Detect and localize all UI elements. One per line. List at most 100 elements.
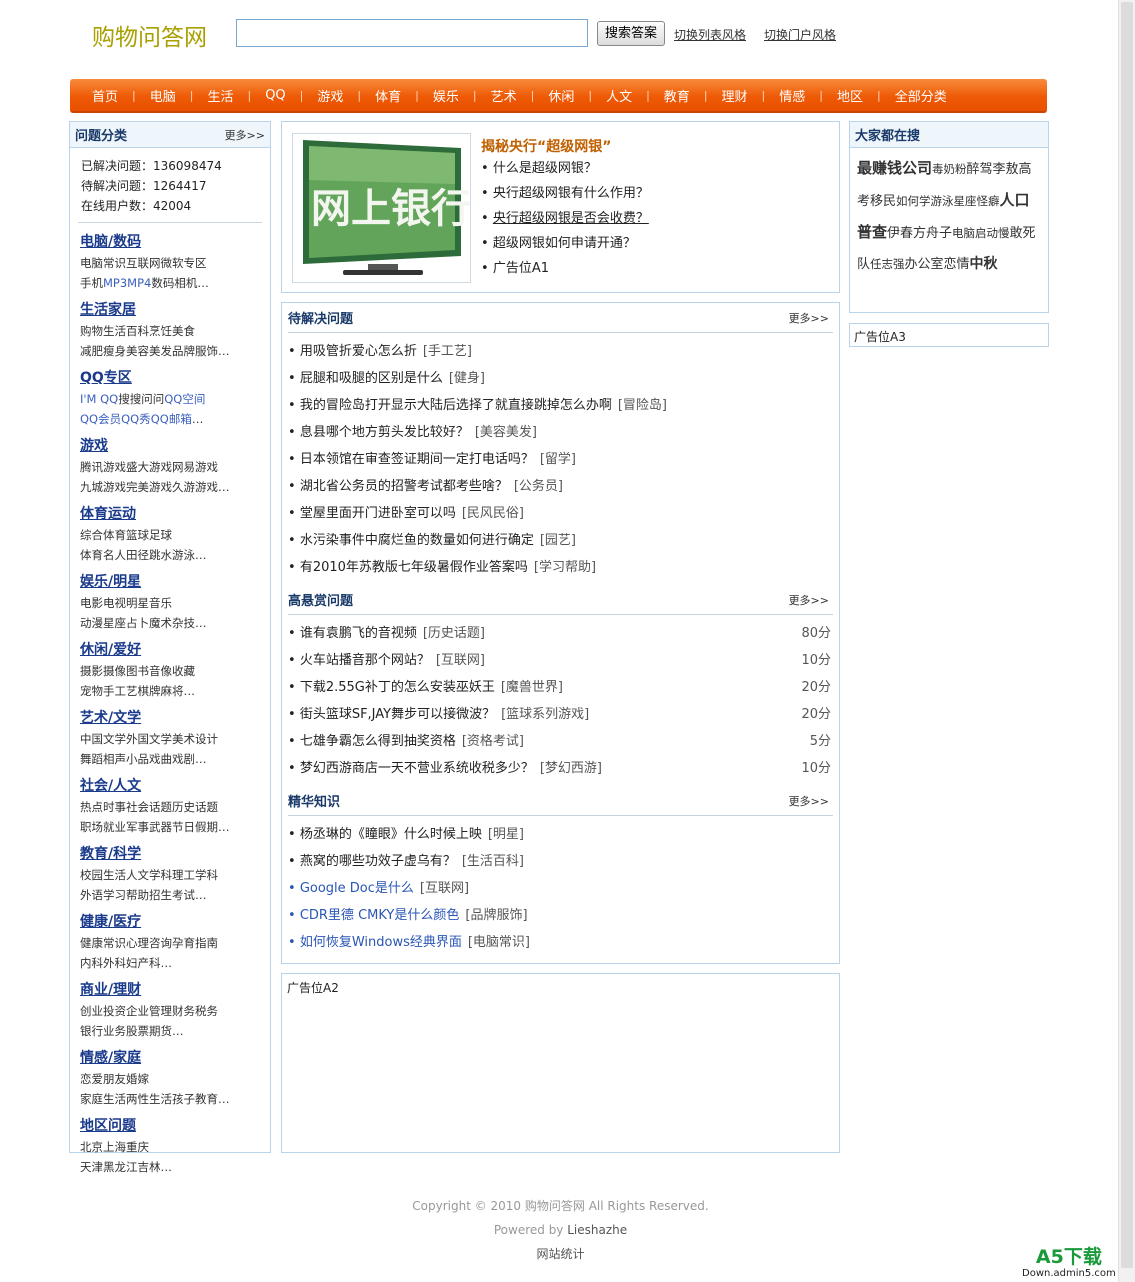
subcategory-link[interactable]: 婚嫁	[126, 1072, 149, 1086]
subcategory-link[interactable]: 社会话题	[126, 800, 172, 814]
subcategory-link[interactable]: 篮球	[126, 528, 149, 542]
question-link[interactable]: 街头篮球SF,JAY舞步可以接微波？	[288, 707, 495, 722]
subcategory-link[interactable]: 腾讯游戏	[80, 460, 126, 474]
question-link[interactable]: CDR里德 CMKY是什么颜色	[288, 908, 459, 923]
hot-search-tag[interactable]: 办公室恋情	[905, 257, 970, 272]
hot-search-tag[interactable]: 方舟子	[913, 226, 952, 241]
hot-search-tag[interactable]: 毒奶粉	[932, 162, 967, 176]
question-category-tag[interactable]: [明星]	[488, 827, 524, 842]
subcategory-link[interactable]: 收藏	[172, 664, 195, 678]
question-category-tag[interactable]: [电脑常识]	[468, 935, 530, 950]
question-row[interactable]: CDR里德 CMKY是什么颜色 [品牌服饰]	[288, 902, 831, 929]
question-category-tag[interactable]: [互联网]	[420, 881, 469, 896]
subcategory-link[interactable]: 九城游戏	[80, 480, 126, 494]
question-row[interactable]: 日本领馆在审查签证期间一定打电话吗？ [留学]	[288, 446, 831, 473]
switch-portal-style-link[interactable]: 切换门户风格	[764, 26, 836, 43]
question-link[interactable]: 湖北省公务员的招警考试都考些啥？	[288, 479, 508, 494]
subcategory-link[interactable]: 职场就业	[80, 820, 126, 834]
question-link[interactable]: 息县哪个地方剪头发比较好？	[288, 425, 469, 440]
ad-slot-a2[interactable]: 广告位A2	[281, 973, 840, 1153]
question-category-tag[interactable]: [公务员]	[514, 479, 563, 494]
subcategory-link[interactable]: 历史话题	[172, 800, 218, 814]
subcategory-link[interactable]: 银行业务	[80, 1024, 126, 1038]
question-row[interactable]: 水污染事件中腐烂鱼的数量如何进行确定 [园艺]	[288, 527, 831, 554]
feature-item[interactable]: 央行超级网银是否会收费？	[481, 206, 649, 231]
nav-item[interactable]: 电脑 |	[142, 86, 200, 105]
subcategory-link[interactable]: 减肥瘦身	[80, 344, 126, 358]
subcategory-link[interactable]: 股票	[126, 1024, 149, 1038]
question-category-tag[interactable]: [美容美发]	[475, 425, 537, 440]
subcategory-link[interactable]: 美容美发	[126, 344, 172, 358]
subcategory-link[interactable]: 足球	[149, 528, 172, 542]
subcategory-link[interactable]: 吉林	[138, 1160, 161, 1174]
category-title-link[interactable]: 健康/医疗	[80, 911, 270, 933]
subcategory-link[interactable]: 军事武器	[126, 820, 172, 834]
question-category-tag[interactable]: [健身]	[449, 371, 485, 386]
subcategory-link[interactable]: …	[195, 548, 207, 562]
question-category-tag[interactable]: [魔兽世界]	[501, 680, 563, 695]
category-title-link[interactable]: 游戏	[80, 435, 270, 457]
subcategory-link[interactable]: 心理咨询	[126, 936, 172, 950]
subcategory-link[interactable]: 舞蹈	[80, 752, 103, 766]
subcategory-link[interactable]: 人文学科	[126, 868, 172, 882]
subcategory-link[interactable]: 田径	[126, 548, 149, 562]
subcategory-link[interactable]: MP3MP4	[103, 276, 151, 290]
category-title-link[interactable]: 社会/人文	[80, 775, 270, 797]
subcategory-link[interactable]: …	[161, 956, 173, 970]
question-row[interactable]: Google Doc是什么 [互联网]	[288, 875, 831, 902]
question-category-tag[interactable]: [园艺]	[540, 533, 576, 548]
subcategory-link[interactable]: 北京	[80, 1140, 103, 1154]
question-row[interactable]: 街头篮球SF,JAY舞步可以接微波？ [篮球系列游戏] 20分	[288, 701, 831, 728]
question-row[interactable]: 如何恢复Windows经典界面 [电脑常识]	[288, 929, 831, 956]
subcategory-link[interactable]: 中国文学	[80, 732, 126, 746]
question-row[interactable]: 有2010年苏教版七年级暑假作业答案吗 [学习帮助]	[288, 554, 831, 581]
subcategory-link[interactable]: 黑龙江	[103, 1160, 138, 1174]
subcategory-link[interactable]: 魔术杂技	[149, 616, 195, 630]
hot-search-tag[interactable]: 伊春	[887, 226, 913, 241]
category-title-link[interactable]: QQ专区	[80, 367, 270, 389]
question-row[interactable]: 湖北省公务员的招警考试都考些啥？ [公务员]	[288, 473, 831, 500]
switch-list-style-link[interactable]: 切换列表风格	[674, 26, 746, 43]
subcategory-link[interactable]: 购物	[80, 324, 103, 338]
category-title-link[interactable]: 艺术/文学	[80, 707, 270, 729]
nav-item[interactable]: QQ |	[257, 88, 309, 103]
subcategory-link[interactable]: 图书音像	[126, 664, 172, 678]
question-category-tag[interactable]: [民风民俗]	[462, 506, 524, 521]
question-link[interactable]: 如何恢复Windows经典界面	[288, 935, 462, 950]
subcategory-link[interactable]: 体育名人	[80, 548, 126, 562]
subcategory-link[interactable]: 完美游戏	[126, 480, 172, 494]
hot-search-tag[interactable]: 星座怪癖	[954, 194, 1000, 208]
subcategory-link[interactable]: 明星	[126, 596, 149, 610]
category-title-link[interactable]: 教育/科学	[80, 843, 270, 865]
subcategory-link[interactable]: 电影电视	[80, 596, 126, 610]
subcategory-link[interactable]: 搜搜问问	[118, 392, 164, 406]
search-input[interactable]	[236, 19, 588, 47]
question-category-tag[interactable]: [梦幻西游]	[540, 761, 602, 776]
feature-item-link[interactable]: 超级网银如何申请开通？	[493, 236, 636, 251]
subcategory-link[interactable]: 上海	[103, 1140, 126, 1154]
subcategory-link[interactable]: I'M QQ	[80, 392, 118, 406]
subcategory-link[interactable]: 校园生活	[80, 868, 126, 882]
subcategory-link[interactable]: 盛大游戏	[126, 460, 172, 474]
subcategory-link[interactable]: 外国文学	[126, 732, 172, 746]
hot-search-tag[interactable]: 中秋	[970, 256, 998, 272]
category-title-link[interactable]: 生活家居	[80, 299, 270, 321]
subcategory-link[interactable]: …	[218, 344, 230, 358]
question-row[interactable]: 用吸管折爱心怎么折 [手工艺]	[288, 338, 831, 365]
question-category-tag[interactable]: [留学]	[540, 452, 576, 467]
question-category-tag[interactable]: [历史话题]	[423, 626, 485, 641]
subcategory-link[interactable]: 热点时事	[80, 800, 126, 814]
essence-more-link[interactable]: 更多>>	[789, 793, 829, 809]
question-link[interactable]: 我的冒险岛打开显示大陆后选择了就直接跳掉怎么办啊	[288, 398, 612, 413]
subcategory-link[interactable]: 创业投资	[80, 1004, 126, 1018]
question-link[interactable]: 用吸管折爱心怎么折	[288, 344, 417, 359]
category-title-link[interactable]: 地区问题	[80, 1115, 270, 1137]
subcategory-link[interactable]: …	[195, 616, 207, 630]
hot-search-tag[interactable]: 醉驾	[967, 162, 993, 177]
category-title-link[interactable]: 娱乐/明星	[80, 571, 270, 593]
subcategory-link[interactable]: …	[218, 820, 230, 834]
hot-search-tag[interactable]: 如何学游泳	[896, 194, 954, 208]
subcategory-link[interactable]: 品牌服饰	[172, 344, 218, 358]
subcategory-link[interactable]: 音乐	[149, 596, 172, 610]
site-logo[interactable]: 购物问答网	[92, 18, 207, 52]
